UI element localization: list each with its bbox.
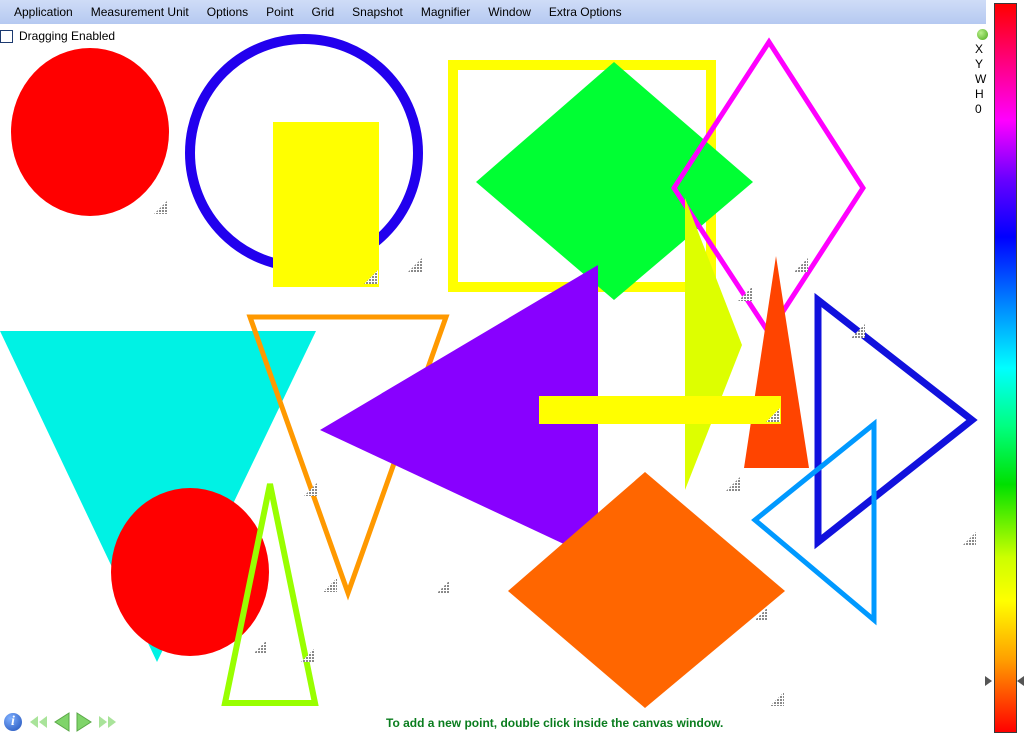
- resize-grip-icon[interactable]: [436, 580, 450, 594]
- x-label: X: [975, 42, 984, 56]
- w-label: W: [975, 72, 987, 86]
- info-panel: X Y W H 0: [975, 28, 988, 117]
- resize-grip-icon[interactable]: [154, 200, 168, 214]
- bottom-navigation: i: [4, 712, 118, 732]
- fast-forward-icon[interactable]: [96, 713, 118, 731]
- red-circle-shape-2[interactable]: [111, 488, 269, 656]
- drawing-canvas[interactable]: [0, 0, 986, 710]
- menu-snapshot[interactable]: Snapshot: [343, 0, 412, 24]
- menu-window[interactable]: Window: [479, 0, 540, 24]
- next-icon[interactable]: [74, 712, 94, 732]
- zero-label: 0: [975, 102, 982, 116]
- red-circle-shape[interactable]: [11, 48, 169, 216]
- h-label: H: [975, 87, 984, 101]
- color-scale-bar[interactable]: [994, 3, 1017, 733]
- status-message: To add a new point, double click inside …: [386, 716, 724, 730]
- menu-point[interactable]: Point: [257, 0, 302, 24]
- yellow-rectangle-shape[interactable]: [273, 122, 379, 287]
- rewind-icon[interactable]: [28, 713, 50, 731]
- color-marker-right-icon[interactable]: [1017, 676, 1024, 686]
- status-dot-icon: [977, 29, 988, 40]
- info-icon[interactable]: i: [4, 713, 22, 731]
- menu-extra-options[interactable]: Extra Options: [540, 0, 631, 24]
- previous-icon[interactable]: [52, 712, 72, 732]
- dragging-checkbox[interactable]: [0, 29, 13, 43]
- blue-triangle-outline-shape[interactable]: [814, 292, 978, 550]
- dragging-label: Dragging Enabled: [19, 29, 116, 43]
- resize-grip-icon[interactable]: [770, 692, 784, 706]
- resize-grip-icon[interactable]: [794, 258, 808, 272]
- resize-grip-icon[interactable]: [408, 258, 422, 272]
- menu-measurement-unit[interactable]: Measurement Unit: [82, 0, 198, 24]
- resize-grip-icon[interactable]: [726, 477, 740, 491]
- resize-grip-icon[interactable]: [323, 578, 337, 592]
- resize-grip-icon[interactable]: [253, 640, 267, 654]
- menu-grid[interactable]: Grid: [302, 0, 343, 24]
- resize-grip-icon[interactable]: [962, 532, 976, 546]
- y-label: Y: [975, 57, 984, 71]
- menu-bar: Application Measurement Unit Options Poi…: [0, 0, 986, 24]
- menu-options[interactable]: Options: [198, 0, 257, 24]
- menu-application[interactable]: Application: [0, 0, 82, 24]
- dragging-enabled-toggle[interactable]: Dragging Enabled: [0, 29, 115, 43]
- menu-magnifier[interactable]: Magnifier: [412, 0, 479, 24]
- yellow-bar-shape[interactable]: [539, 396, 781, 424]
- color-marker-left-icon[interactable]: [985, 676, 992, 686]
